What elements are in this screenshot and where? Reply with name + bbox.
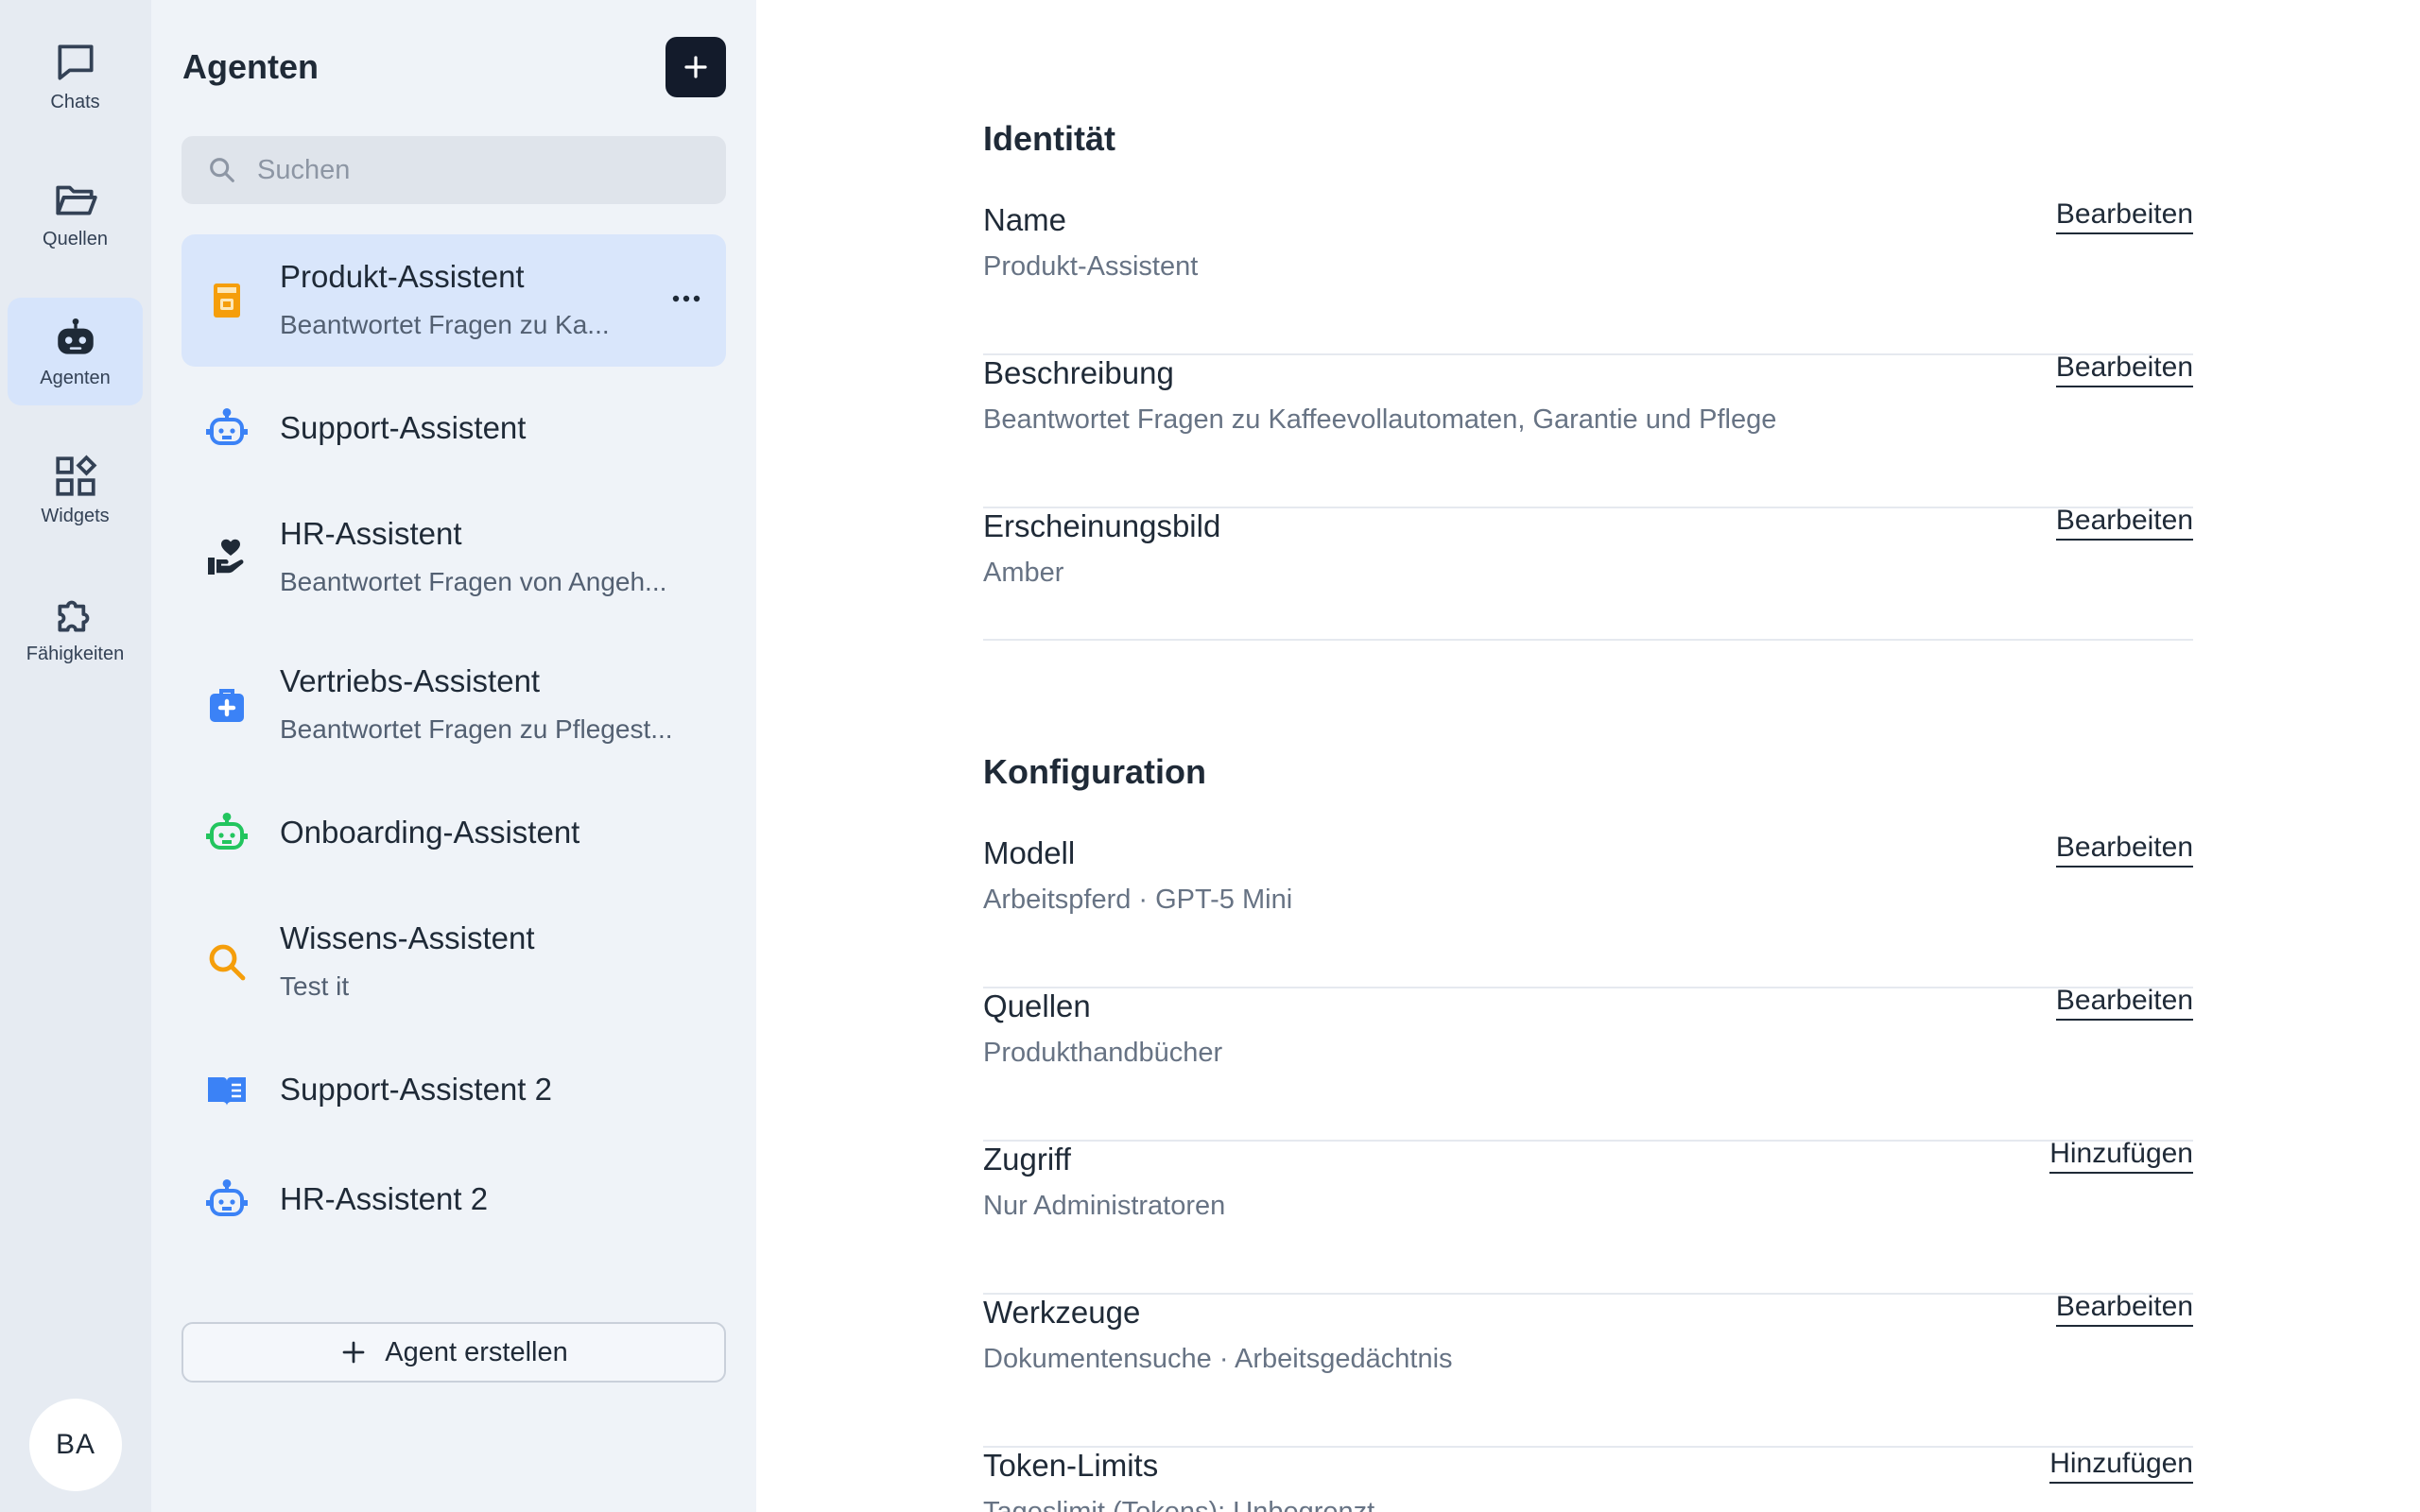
agent-description: Beantwortet Fragen zu Pflegest... xyxy=(280,714,673,744)
agent-name: HR-Assistent 2 xyxy=(280,1181,489,1216)
agents-list-panel: Agenten Produkt-Assistent Beantwortet Fr… xyxy=(151,0,756,1512)
field-row-model: Modell Arbeitspferd · GPT-5 Mini Bearbei… xyxy=(983,832,2193,988)
agent-name: Support-Assistent 2 xyxy=(280,1072,552,1107)
field-value: Dokumentensuche · Arbeitsgedächtnis xyxy=(983,1344,1453,1374)
chat-icon xyxy=(57,43,94,80)
search-box[interactable] xyxy=(182,136,726,204)
field-row-token-limits: Token-Limits Tageslimit (Tokens): Unbegr… xyxy=(983,1448,2193,1512)
field-label: Modell xyxy=(983,835,1076,870)
field-value: Amber xyxy=(983,558,1064,588)
field-value: Produkt-Assistent xyxy=(983,251,1199,282)
section-title-configuration: Konfiguration xyxy=(983,752,1206,791)
agent-item-hr-2[interactable]: HR-Assistent 2 xyxy=(182,1153,726,1247)
robot-icon xyxy=(202,404,251,454)
puzzle-icon xyxy=(57,600,89,632)
agent-item-knowledge[interactable]: Wissens-Assistent Test it xyxy=(182,896,726,1028)
field-label: Quellen xyxy=(983,988,1091,1023)
book-open-icon xyxy=(202,1066,251,1115)
edit-description-button[interactable]: Bearbeiten xyxy=(2055,352,2193,387)
field-value: Nur Administratoren xyxy=(983,1191,1226,1221)
agent-name: Support-Assistent xyxy=(280,410,527,445)
agent-description: Beantwortet Fragen zu Ka... xyxy=(280,310,610,339)
field-value: Arbeitspferd · GPT-5 Mini xyxy=(983,885,1293,915)
rail-item-skills[interactable]: Fähigkeiten xyxy=(8,574,143,681)
hand-heart-icon xyxy=(202,533,251,582)
agent-name: Onboarding-Assistent xyxy=(280,815,580,850)
agent-item-sales[interactable]: Vertriebs-Assistent Beantwortet Fragen z… xyxy=(182,639,726,771)
rail-item-widgets[interactable]: Widgets xyxy=(8,436,143,543)
field-row-tools: Werkzeuge Dokumentensuche · Arbeitsgedäc… xyxy=(983,1291,2193,1448)
search-icon xyxy=(202,937,251,987)
add-access-button[interactable]: Hinzufügen xyxy=(2049,1138,2193,1174)
user-avatar[interactable]: BA xyxy=(29,1399,122,1491)
agent-name: Produkt-Assistent xyxy=(280,259,525,294)
medical-bag-icon xyxy=(202,680,251,730)
field-row-access: Zugriff Nur Administratoren Hinzufügen xyxy=(983,1138,2193,1295)
list-title: Agenten xyxy=(182,47,319,86)
field-row-name: Name Produkt-Assistent Bearbeiten xyxy=(983,198,2193,355)
field-label: Zugriff xyxy=(983,1142,1071,1177)
agent-name: HR-Assistent xyxy=(280,516,462,551)
more-options-button[interactable] xyxy=(666,282,707,316)
field-row-appearance: Erscheinungsbild Amber Bearbeiten xyxy=(983,505,2193,641)
plus-icon xyxy=(342,1341,365,1364)
nav-rail: Chats Quellen Agenten Widgets Fähigkeite… xyxy=(0,0,151,1512)
agent-description: Test it xyxy=(280,971,350,1001)
widgets-icon xyxy=(55,455,96,496)
field-label: Erscheinungsbild xyxy=(983,508,1221,543)
rail-item-sources[interactable]: Quellen xyxy=(8,159,143,266)
agent-item-support-2[interactable]: Support-Assistent 2 xyxy=(182,1043,726,1138)
field-value: Beantwortet Fragen zu Kaffeevollautomate… xyxy=(983,404,1777,435)
agent-description: Beantwortet Fragen von Angeh... xyxy=(280,567,667,596)
more-horizontal-icon xyxy=(672,295,700,302)
create-agent-button[interactable]: Agent erstellen xyxy=(182,1322,726,1383)
rail-item-chats[interactable]: Chats xyxy=(8,22,143,129)
plus-icon xyxy=(684,56,707,78)
create-agent-label: Agent erstellen xyxy=(385,1336,568,1367)
agent-item-hr[interactable]: HR-Assistent Beantwortet Fragen von Ange… xyxy=(182,491,726,624)
field-label: Beschreibung xyxy=(983,355,1174,390)
rail-item-agents[interactable]: Agenten xyxy=(8,298,143,405)
rail-label: Quellen xyxy=(43,228,108,249)
section-title-identity: Identität xyxy=(983,119,1115,158)
agent-item-onboarding[interactable]: Onboarding-Assistent xyxy=(182,786,726,881)
agent-item-product[interactable]: Produkt-Assistent Beantwortet Fragen zu … xyxy=(182,234,726,367)
rail-label: Fähigkeiten xyxy=(26,643,125,664)
edit-appearance-button[interactable]: Bearbeiten xyxy=(2055,505,2193,541)
field-value: Produkthandbücher xyxy=(983,1038,1223,1068)
rail-label: Agenten xyxy=(40,367,111,388)
rail-label: Widgets xyxy=(41,505,110,526)
field-label: Name xyxy=(983,202,1067,237)
field-row-description: Beschreibung Beantwortet Fragen zu Kaffe… xyxy=(983,352,2193,508)
folder-icon xyxy=(55,185,97,215)
rail-label: Chats xyxy=(50,91,100,112)
edit-name-button[interactable]: Bearbeiten xyxy=(2055,198,2193,234)
field-label: Token-Limits xyxy=(983,1448,1159,1483)
field-value: Tageslimit (Tokens): Unbegrenzt xyxy=(983,1497,1375,1512)
robot-icon xyxy=(202,1176,251,1225)
edit-sources-button[interactable]: Bearbeiten xyxy=(2055,985,2193,1021)
agent-item-support[interactable]: Support-Assistent xyxy=(182,382,726,476)
robot-icon xyxy=(202,809,251,858)
add-agent-button[interactable] xyxy=(666,37,726,97)
add-token-limits-button[interactable]: Hinzufügen xyxy=(2049,1448,2193,1484)
search-icon xyxy=(210,158,234,182)
agent-name: Wissens-Assistent xyxy=(280,920,535,955)
field-row-sources: Quellen Produkthandbücher Bearbeiten xyxy=(983,985,2193,1142)
agent-name: Vertriebs-Assistent xyxy=(280,663,541,698)
edit-model-button[interactable]: Bearbeiten xyxy=(2055,832,2193,868)
robot-icon xyxy=(57,318,94,354)
coffee-machine-icon xyxy=(202,276,251,325)
edit-tools-button[interactable]: Bearbeiten xyxy=(2055,1291,2193,1327)
search-input[interactable] xyxy=(257,154,711,186)
field-label: Werkzeuge xyxy=(983,1295,1141,1330)
agent-detail: Identität Name Produkt-Assistent Bearbei… xyxy=(756,0,2420,1512)
